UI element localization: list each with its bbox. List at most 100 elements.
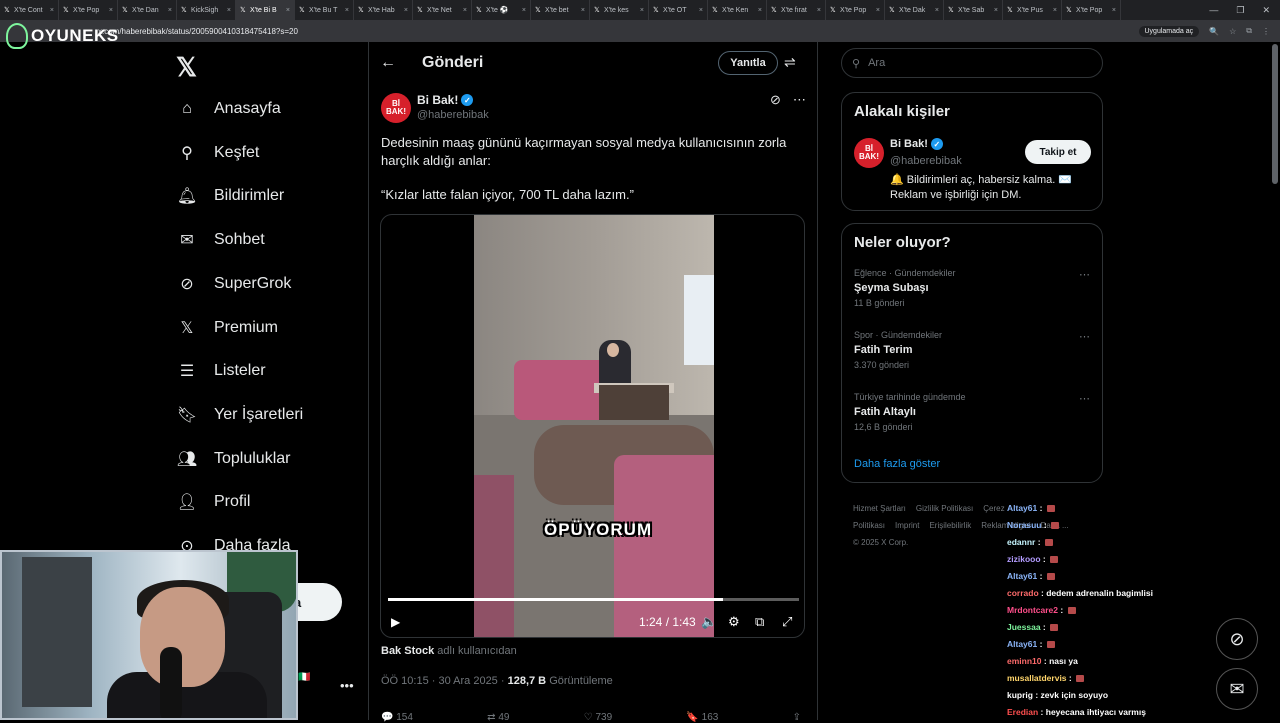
close-tab-icon[interactable]: × (345, 7, 349, 14)
close-tab-icon[interactable]: × (935, 7, 939, 14)
close-tab-icon[interactable]: × (463, 7, 467, 14)
repost-action[interactable]: ⇄ 49 (487, 712, 509, 723)
menu-dots-icon[interactable]: ⋮ (1262, 27, 1270, 36)
video-progress-bar[interactable] (388, 598, 799, 601)
footer-link[interactable]: Erişilebilirlik (929, 521, 971, 530)
close-tab-icon[interactable]: × (168, 7, 172, 14)
close-tab-icon[interactable]: × (994, 7, 998, 14)
messages-fab-icon[interactable]: ✉ (1216, 668, 1258, 710)
trend-item[interactable]: Spor · Gündemdekiler Fatih Terim 3.370 gön… (854, 330, 1094, 370)
close-tab-icon[interactable]: × (1053, 7, 1057, 14)
close-tab-icon[interactable]: × (640, 7, 644, 14)
browser-tab[interactable]: 𝕏 X'te Ken × (708, 0, 767, 20)
close-tab-icon[interactable]: × (286, 7, 290, 14)
extensions-icon[interactable]: ⧉ (1246, 26, 1252, 36)
chat-username[interactable]: corrado (1007, 588, 1039, 598)
play-icon[interactable]: ▶ (391, 615, 400, 629)
sidebar-item-bell[interactable]: 🔔︎ Bildirimler (176, 176, 284, 216)
url-field[interactable]: x.com/haberebibak/status/200590041031847… (98, 27, 298, 36)
trend-item[interactable]: Eğlence · Gündemdekiler Şeyma Subaşı 11 B … (854, 268, 1094, 308)
reply-action[interactable]: 💬 154 (381, 712, 413, 723)
chat-username[interactable]: Juessaa (1007, 622, 1041, 632)
browser-tab[interactable]: 𝕏 X'te Dak × (885, 0, 944, 20)
trend-item[interactable]: Türkiye tarihinde gündemde Fatih Altaylı 1… (854, 392, 1094, 432)
reply-button[interactable]: Yanıtla (718, 51, 778, 75)
close-tab-icon[interactable]: × (404, 7, 408, 14)
close-tab-icon[interactable]: × (581, 7, 585, 14)
close-tab-icon[interactable]: × (817, 7, 821, 14)
chat-username[interactable]: Eredian (1007, 707, 1038, 717)
like-action[interactable]: ♡ 739 (584, 712, 612, 723)
x-logo-icon[interactable]: 𝕏 (176, 52, 197, 83)
sidebar-item-search[interactable]: ⚲ Keşfet (176, 133, 259, 173)
chat-username[interactable]: kuprig (1007, 690, 1033, 700)
footer-link[interactable]: Imprint (895, 521, 919, 530)
browser-tab[interactable]: 𝕏 X'te Pop × (1062, 0, 1121, 20)
sidebar-item-x[interactable]: 𝕏 Premium (176, 308, 278, 348)
chat-username[interactable]: Norasuu (1007, 520, 1041, 530)
minimize-icon[interactable]: — (1209, 5, 1218, 16)
zoom-icon[interactable]: 🔍 (1209, 27, 1219, 36)
bookmark-star-icon[interactable]: ☆ (1229, 27, 1236, 36)
settings-icon[interactable]: ⚙ (728, 614, 740, 630)
avatar[interactable]: Bİ BAK! (381, 93, 411, 123)
grok-icon[interactable]: ⊘ (770, 92, 781, 108)
close-tab-icon[interactable]: × (50, 7, 54, 14)
browser-tab[interactable]: 𝕏 X'te Bi B × (236, 0, 295, 20)
close-tab-icon[interactable]: × (109, 7, 113, 14)
avatar[interactable]: Bİ BAK! (854, 138, 884, 168)
grok-fab-icon[interactable]: ⊘ (1216, 618, 1258, 660)
back-arrow-icon[interactable]: ← (380, 54, 396, 72)
browser-tab[interactable]: 𝕏 X'te Pus × (1003, 0, 1062, 20)
chat-username[interactable]: eminn10 (1007, 656, 1042, 666)
pip-icon[interactable]: ⧉ (755, 614, 764, 630)
chat-username[interactable]: edannr (1007, 537, 1035, 547)
close-window-icon[interactable]: ✕ (1262, 5, 1270, 16)
author-name[interactable]: Bi Bak! ✓ (417, 93, 474, 107)
video-player[interactable]: ÖPÜYORUM ▶ 1:24 / 1:43 🔈 ⚙ ⧉ ⤢ (380, 214, 805, 638)
related-handle[interactable]: @haberebibak (890, 155, 962, 167)
chat-username[interactable]: Mrdontcare2 (1007, 605, 1058, 615)
close-tab-icon[interactable]: × (699, 7, 703, 14)
browser-tab[interactable]: 𝕏 X'te ⚽ × (472, 0, 531, 20)
chat-username[interactable]: zizikooo (1007, 554, 1041, 564)
share-icon[interactable]: ⇪ (793, 712, 801, 723)
sidebar-item-mail[interactable]: ✉ Sohbet (176, 220, 264, 260)
browser-tab[interactable]: 𝕏 X'te Pop × (59, 0, 118, 20)
close-tab-icon[interactable]: × (876, 7, 880, 14)
footer-link[interactable]: Hizmet Şartları (853, 504, 906, 513)
close-tab-icon[interactable]: × (758, 7, 762, 14)
more-icon[interactable]: ⋯ (1079, 330, 1090, 343)
related-name[interactable]: Bi Bak! ✓ (890, 138, 943, 150)
more-icon[interactable]: ⋯ (1079, 268, 1090, 281)
sidebar-item-person[interactable]: 👤︎ Profil (176, 482, 251, 522)
chat-username[interactable]: musallatdervis (1007, 673, 1067, 683)
sidebar-item-bookmark[interactable]: 🔖︎ Yer İşaretleri (176, 395, 303, 435)
author-handle[interactable]: @haberebibak (417, 109, 489, 121)
scrollbar[interactable] (1272, 44, 1278, 184)
volume-icon[interactable]: 🔈 (701, 614, 717, 630)
browser-tab[interactable]: 𝕏 X'te Sab × (944, 0, 1003, 20)
follow-button[interactable]: Takip et (1025, 140, 1091, 164)
footer-link[interactable]: Gizlilik Politikası (916, 504, 973, 513)
browser-tab[interactable]: 𝕏 KickSigh × (177, 0, 236, 20)
sidebar-item-list[interactable]: ☰ Listeler (176, 351, 266, 391)
chat-username[interactable]: Altay61 (1007, 639, 1037, 649)
browser-tab[interactable]: 𝕏 X'te Dan × (118, 0, 177, 20)
browser-tab[interactable]: 𝕏 X'te Net × (413, 0, 472, 20)
more-icon[interactable]: ⋯ (793, 92, 806, 108)
video-source-user[interactable]: Bak Stock (381, 645, 434, 657)
chat-username[interactable]: Altay61 (1007, 571, 1037, 581)
sidebar-item-home[interactable]: ⌂ Anasayfa (176, 89, 281, 129)
browser-tab[interactable]: 𝕏 X'te bet × (531, 0, 590, 20)
browser-tab[interactable]: 𝕏 X'te fırat × (767, 0, 826, 20)
close-tab-icon[interactable]: × (227, 7, 231, 14)
browser-tab[interactable]: 𝕏 X'te Bu T × (295, 0, 354, 20)
browser-tab[interactable]: 𝕏 X'te kes × (590, 0, 649, 20)
maximize-icon[interactable]: ❐ (1236, 5, 1244, 16)
fullscreen-icon[interactable]: ⤢ (782, 614, 792, 630)
close-tab-icon[interactable]: × (522, 7, 526, 14)
browser-tab[interactable]: 𝕏 X'te Pop × (826, 0, 885, 20)
post-time[interactable]: ÖÖ 10:15 · 30 Ara 2025 · (381, 675, 505, 687)
close-tab-icon[interactable]: × (1112, 7, 1116, 14)
